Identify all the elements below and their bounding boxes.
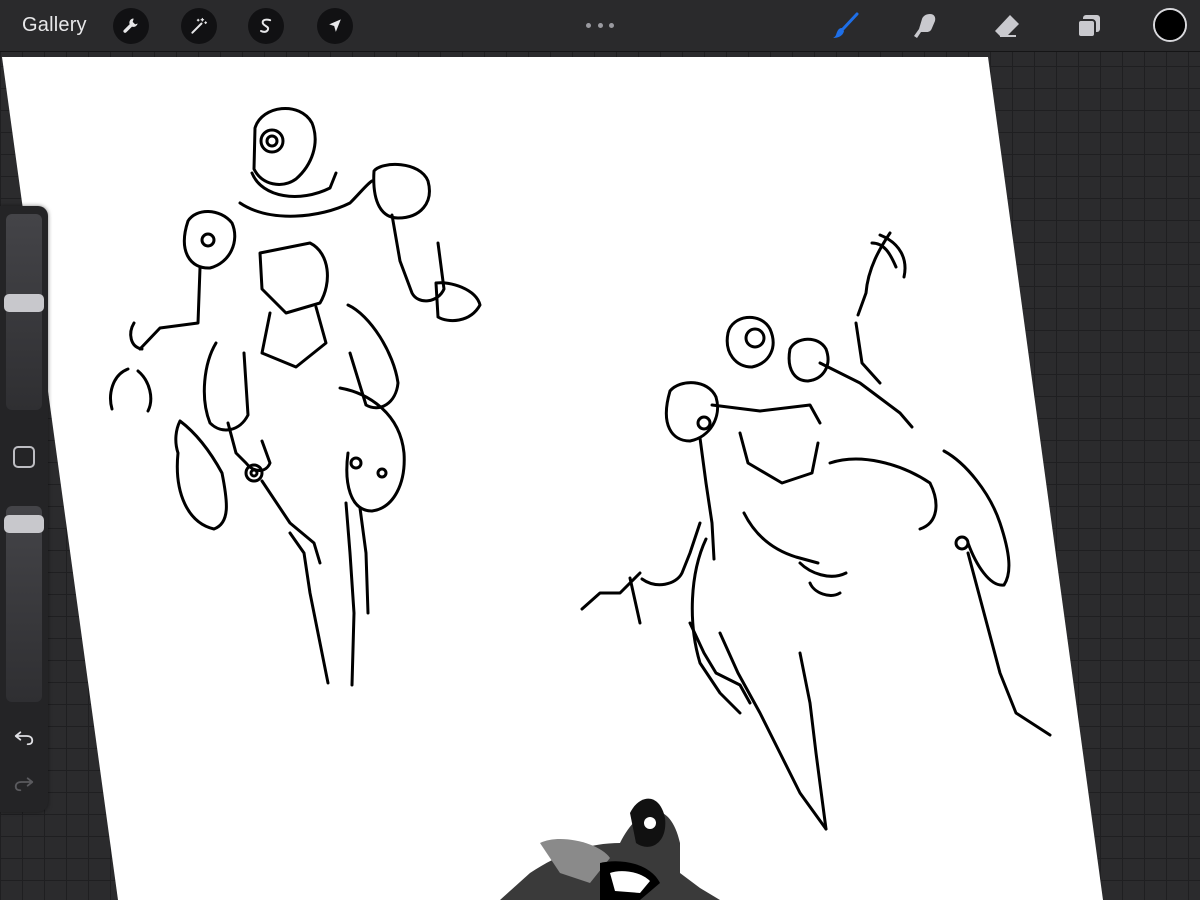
left-sidebar xyxy=(0,206,48,812)
brush-tool-button[interactable] xyxy=(828,8,864,44)
gallery-button[interactable]: Gallery xyxy=(22,14,87,37)
more-dots-icon[interactable] xyxy=(586,20,614,30)
undo-button[interactable] xyxy=(12,724,36,748)
wrench-icon xyxy=(123,18,138,33)
brush-size-thumb[interactable] xyxy=(4,294,44,312)
layers-icon xyxy=(1077,15,1100,38)
brush-opacity-slider[interactable] xyxy=(4,506,44,702)
smudge-tool-button[interactable] xyxy=(907,8,943,44)
canvas-artwork xyxy=(2,57,1103,900)
actions-button[interactable] xyxy=(113,8,149,44)
layers-tool-button[interactable] xyxy=(1071,8,1107,44)
color-picker-button[interactable] xyxy=(1153,8,1187,42)
canvas-paper xyxy=(2,57,1103,900)
drawing-canvas[interactable] xyxy=(0,53,1200,900)
eraser-tool-button[interactable] xyxy=(989,8,1025,44)
square-modify-icon[interactable] xyxy=(13,446,35,468)
brush-opacity-thumb[interactable] xyxy=(4,515,44,533)
current-color-swatch xyxy=(1155,10,1185,40)
smudge-finger-icon xyxy=(914,14,936,38)
undo-arrow-icon xyxy=(14,731,34,746)
transform-button[interactable] xyxy=(317,8,353,44)
redo-arrow-icon xyxy=(14,777,34,792)
selection-button[interactable] xyxy=(248,8,284,44)
arrow-cursor-icon xyxy=(329,19,341,32)
brush-size-slider[interactable] xyxy=(4,214,44,410)
redo-button[interactable] xyxy=(12,770,36,794)
top-toolbar: Gallery xyxy=(0,0,1200,52)
selection-s-icon xyxy=(260,18,272,33)
adjustments-button[interactable] xyxy=(181,8,217,44)
eraser-icon xyxy=(995,15,1019,37)
magic-wand-icon xyxy=(191,17,208,34)
brush-icon xyxy=(833,12,859,38)
